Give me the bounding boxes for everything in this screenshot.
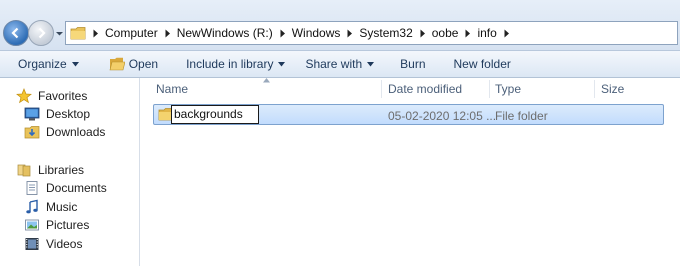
include-in-library-button[interactable]: Include in library (184, 53, 287, 75)
libraries-icon (17, 164, 31, 177)
open-folder-icon (109, 57, 125, 71)
breadcrumb-newwindows[interactable]: NewWindows (R:) (177, 26, 273, 40)
star-icon (16, 88, 32, 104)
column-date-label: Date modified (388, 82, 463, 96)
forward-arrow-icon (38, 27, 46, 39)
breadcrumb-windows[interactable]: Windows (292, 26, 341, 40)
back-arrow-icon (11, 27, 19, 39)
column-header-date-modified[interactable]: Date modified (388, 78, 488, 100)
pictures-icon (25, 219, 39, 231)
desktop-icon (24, 107, 40, 121)
nav-favorites[interactable]: Favorites (16, 87, 87, 105)
open-label: Open (128, 57, 159, 71)
column-divider[interactable] (489, 80, 490, 98)
videos-label: Videos (46, 237, 83, 251)
breadcrumb-separator-icon[interactable] (346, 29, 353, 38)
chevron-down-icon (278, 61, 286, 66)
breadcrumb-oobe[interactable]: oobe (432, 26, 459, 40)
music-icon (26, 199, 38, 214)
open-button[interactable]: Open (107, 53, 160, 75)
column-header-name[interactable]: Name (156, 78, 381, 100)
nav-item-videos[interactable]: Videos (24, 235, 82, 253)
command-bar: Organize Open Include in library Share w… (0, 50, 680, 78)
nav-item-downloads[interactable]: Downloads (24, 123, 105, 141)
address-box[interactable]: Computer NewWindows (R:) Windows System3… (65, 21, 678, 45)
nav-libraries[interactable]: Libraries (16, 161, 84, 179)
file-type: File folder (495, 109, 548, 123)
downloads-label: Downloads (46, 125, 106, 139)
forward-button[interactable] (28, 20, 54, 46)
organize-button[interactable]: Organize (16, 53, 81, 75)
breadcrumb-separator-icon[interactable] (279, 29, 286, 38)
nav-item-desktop[interactable]: Desktop (24, 105, 90, 123)
burn-button[interactable]: Burn (398, 53, 427, 75)
breadcrumb-system32[interactable]: System32 (359, 26, 412, 40)
column-divider[interactable] (594, 80, 595, 98)
column-name-label: Name (156, 82, 189, 96)
pictures-label: Pictures (46, 218, 90, 232)
column-header-type[interactable]: Type (495, 78, 590, 100)
music-label: Music (46, 200, 78, 214)
breadcrumb-info[interactable]: info (477, 26, 496, 40)
breadcrumb-separator-icon[interactable] (419, 29, 426, 38)
include-in-library-label: Include in library (186, 57, 274, 71)
breadcrumb-separator-icon[interactable] (464, 29, 471, 38)
address-bar-region: Computer NewWindows (R:) Windows System3… (0, 0, 680, 50)
breadcrumb-computer[interactable]: Computer (105, 26, 158, 40)
folder-icon (70, 27, 86, 40)
documents-icon (26, 181, 38, 195)
share-with-button[interactable]: Share with (303, 53, 376, 75)
rename-input[interactable]: backgrounds (171, 105, 259, 124)
nav-item-music[interactable]: Music (24, 198, 77, 216)
desktop-label: Desktop (46, 107, 91, 121)
new-folder-label: New folder (453, 57, 511, 71)
file-date-modified: 05-02-2020 12:05 ... (388, 109, 497, 123)
column-type-label: Type (495, 82, 522, 96)
breadcrumb-separator-icon[interactable] (92, 29, 99, 38)
breadcrumb-separator-icon[interactable] (503, 29, 510, 38)
new-folder-button[interactable]: New folder (452, 53, 513, 75)
recent-pages-chevron-down-icon[interactable] (55, 29, 64, 38)
organize-label: Organize (18, 57, 67, 71)
videos-icon (25, 238, 39, 250)
documents-label: Documents (46, 181, 107, 195)
chevron-down-icon (71, 61, 79, 66)
share-with-label: Share with (305, 57, 363, 71)
column-divider[interactable] (381, 80, 382, 98)
chevron-down-icon (367, 61, 375, 66)
nav-item-documents[interactable]: Documents (24, 179, 107, 197)
column-header-size[interactable]: Size (601, 78, 671, 100)
breadcrumb-separator-icon[interactable] (164, 29, 171, 38)
downloads-icon (24, 126, 40, 139)
column-size-label: Size (601, 82, 625, 96)
nav-item-pictures[interactable]: Pictures (24, 216, 89, 234)
back-button[interactable] (3, 20, 29, 46)
burn-label: Burn (400, 57, 426, 71)
libraries-label: Libraries (38, 163, 85, 177)
favorites-label: Favorites (38, 89, 88, 103)
